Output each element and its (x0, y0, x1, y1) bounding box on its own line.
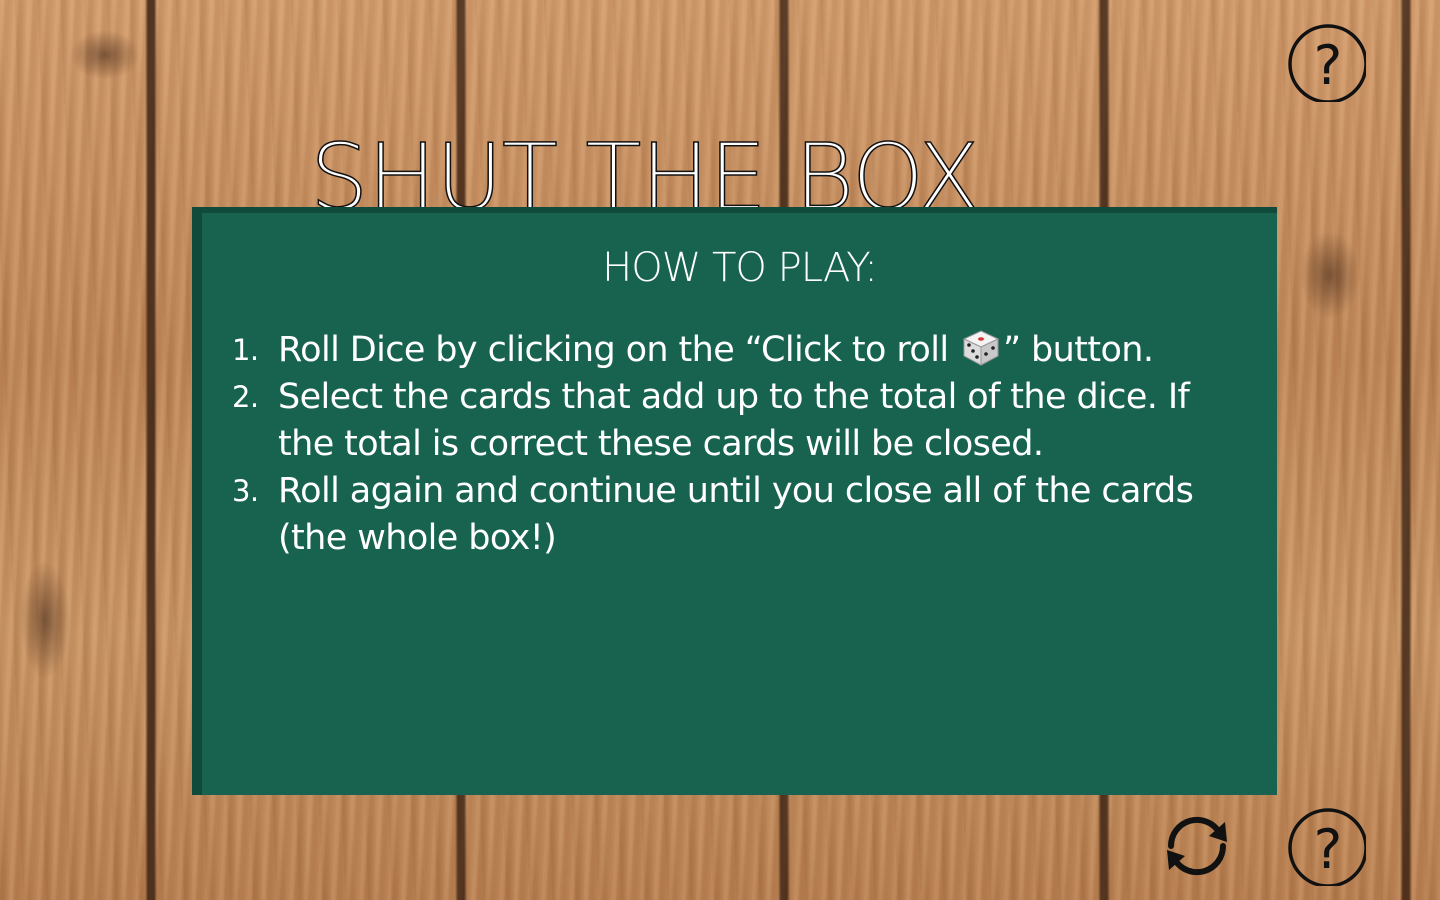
question-mark-icon: ? (1288, 24, 1368, 104)
step-text-end: ” button. (1002, 330, 1154, 370)
step-number: 2. (232, 380, 259, 414)
instruction-step: 2. Select the cards that add up to the t… (232, 374, 1252, 468)
step-text: Select the cards that add up to the tota… (278, 377, 1190, 464)
wood-knot (20, 560, 70, 680)
svg-text:?: ? (1314, 34, 1343, 97)
help-button-bottom[interactable]: ? (1286, 806, 1368, 888)
instructions-heading: HOW TO PLAY: (602, 245, 878, 291)
question-mark-icon: ? (1288, 808, 1368, 888)
refresh-icon (1167, 816, 1227, 876)
wood-knot (1300, 230, 1360, 320)
dice-icon (961, 329, 1001, 367)
step-text: Roll again and continue until you close … (278, 471, 1194, 558)
instructions-list: 1. Roll Dice by clicking on the “Click t… (232, 327, 1252, 562)
restart-button[interactable] (1157, 806, 1237, 886)
wood-knot (70, 30, 140, 80)
step-text: Roll Dice by clicking on the “Click to r… (278, 330, 959, 370)
instructions-panel: HOW TO PLAY: 1. Roll Dice by clicking on… (192, 207, 1277, 795)
instruction-step: 3. Roll again and continue until you clo… (232, 468, 1252, 562)
svg-text:?: ? (1314, 818, 1343, 881)
help-button[interactable]: ? (1286, 22, 1368, 104)
step-number: 3. (232, 474, 259, 508)
step-number: 1. (232, 333, 259, 367)
instruction-step: 1. Roll Dice by clicking on the “Click t… (232, 327, 1252, 374)
